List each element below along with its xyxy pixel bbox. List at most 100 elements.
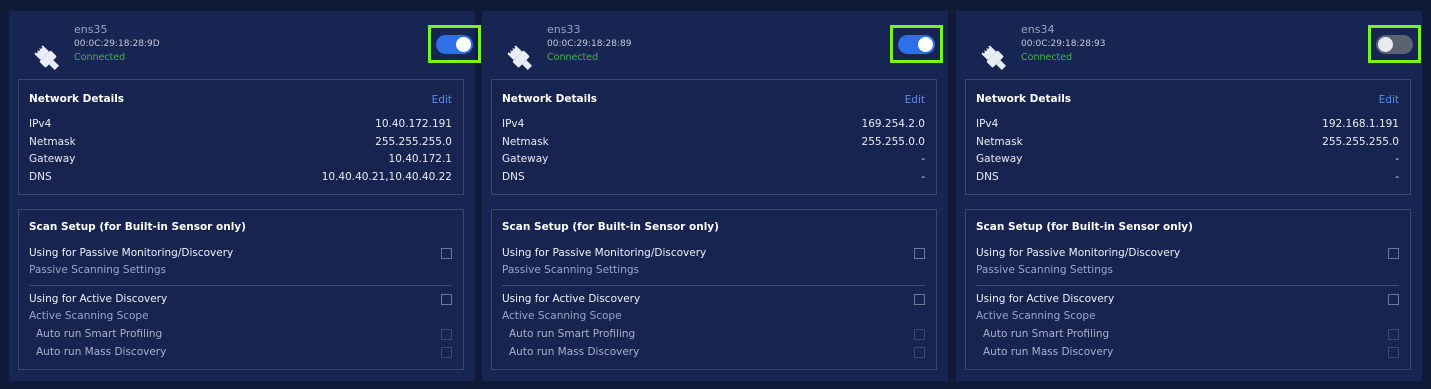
network-details-panel: Network Details Edit IPv4 192.168.1.191 … <box>965 79 1411 195</box>
scan-setup-panel: Scan Setup (for Built-in Sensor only) Us… <box>965 209 1411 370</box>
ipv4-row: IPv4 10.40.172.191 <box>29 118 452 132</box>
mass-discovery-checkbox[interactable] <box>914 347 925 358</box>
scan-setup-title: Scan Setup (for Built-in Sensor only) <box>976 221 1193 233</box>
active-discovery-label: Using for Active Discovery <box>29 293 168 305</box>
dns-row: DNS 10.40.40.21,10.40.40.22 <box>29 171 452 185</box>
dns-value: - <box>1395 171 1399 183</box>
active-scanning-scope-row[interactable]: Active Scanning Scope <box>29 310 452 324</box>
enable-toggle[interactable] <box>436 35 473 54</box>
ipv4-value: 169.254.2.0 <box>861 118 925 130</box>
nic-card-ens34: ens34 00:0C:29:18:28:93 Connected Networ… <box>956 11 1422 381</box>
ethernet-plug-icon <box>506 44 533 71</box>
ipv4-row: IPv4 169.254.2.0 <box>502 118 925 132</box>
netmask-row: Netmask 255.255.255.0 <box>976 136 1399 150</box>
netmask-value: 255.255.255.0 <box>375 136 452 148</box>
mass-discovery-checkbox[interactable] <box>1388 347 1399 358</box>
active-discovery-row: Using for Active Discovery <box>976 293 1399 307</box>
passive-monitoring-checkbox[interactable] <box>1388 248 1399 259</box>
enable-toggle-highlight[interactable] <box>1368 25 1421 63</box>
passive-monitoring-row: Using for Passive Monitoring/Discovery <box>29 247 452 261</box>
smart-profiling-label: Auto run Smart Profiling <box>509 328 636 340</box>
active-scanning-scope-link[interactable]: Active Scanning Scope <box>502 310 622 322</box>
nic-mac-address: 00:0C:29:18:28:89 <box>547 39 632 49</box>
active-scanning-scope-link[interactable]: Active Scanning Scope <box>976 310 1096 322</box>
active-scanning-scope-link[interactable]: Active Scanning Scope <box>29 310 149 322</box>
nic-card-ens35: ens35 00:0C:29:18:28:9D Connected Networ… <box>9 11 481 381</box>
scan-setup-panel: Scan Setup (for Built-in Sensor only) Us… <box>491 209 937 370</box>
scan-setup-title: Scan Setup (for Built-in Sensor only) <box>502 221 719 233</box>
gateway-row: Gateway - <box>502 153 925 167</box>
toggle-knob <box>1378 37 1393 52</box>
ipv4-label: IPv4 <box>29 118 52 130</box>
passive-scanning-settings-row[interactable]: Passive Scanning Settings <box>29 264 452 278</box>
passive-monitoring-label: Using for Passive Monitoring/Discovery <box>976 247 1181 259</box>
dns-label: DNS <box>976 171 999 183</box>
gateway-label: Gateway <box>502 153 549 165</box>
smart-profiling-checkbox[interactable] <box>1388 329 1399 340</box>
passive-scanning-settings-row[interactable]: Passive Scanning Settings <box>502 264 925 278</box>
nic-name: ens33 <box>547 23 581 36</box>
active-discovery-checkbox[interactable] <box>441 294 452 305</box>
scan-divider <box>976 285 1399 286</box>
mass-discovery-label: Auto run Mass Discovery <box>36 346 167 358</box>
netmask-value: 255.255.0.0 <box>861 136 925 148</box>
netmask-label: Netmask <box>29 136 76 148</box>
smart-profiling-row: Auto run Smart Profiling <box>502 328 925 342</box>
scan-divider <box>29 285 452 286</box>
network-details-title: Network Details <box>976 93 1072 105</box>
active-discovery-label: Using for Active Discovery <box>502 293 641 305</box>
nic-card-ens33: ens33 00:0C:29:18:28:89 Connected Networ… <box>482 11 948 381</box>
nic-name: ens35 <box>74 23 108 36</box>
mass-discovery-label: Auto run Mass Discovery <box>983 346 1114 358</box>
nic-status: Connected <box>1021 52 1073 63</box>
ipv4-label: IPv4 <box>502 118 525 130</box>
active-scanning-scope-row[interactable]: Active Scanning Scope <box>502 310 925 324</box>
enable-toggle[interactable] <box>1376 35 1413 54</box>
netmask-row: Netmask 255.255.255.0 <box>29 136 452 150</box>
passive-scanning-settings-link[interactable]: Passive Scanning Settings <box>502 264 639 276</box>
active-discovery-checkbox[interactable] <box>1388 294 1399 305</box>
smart-profiling-row: Auto run Smart Profiling <box>976 328 1399 342</box>
dns-value: - <box>921 171 925 183</box>
dns-label: DNS <box>29 171 52 183</box>
enable-toggle[interactable] <box>898 35 935 54</box>
passive-monitoring-label: Using for Passive Monitoring/Discovery <box>502 247 707 259</box>
ipv4-row: IPv4 192.168.1.191 <box>976 118 1399 132</box>
dns-row: DNS - <box>502 171 925 185</box>
netmask-label: Netmask <box>502 136 549 148</box>
enable-toggle-highlight[interactable] <box>890 25 943 63</box>
toggle-knob <box>918 37 933 52</box>
passive-monitoring-row: Using for Passive Monitoring/Discovery <box>976 247 1399 261</box>
smart-profiling-checkbox[interactable] <box>914 329 925 340</box>
smart-profiling-checkbox[interactable] <box>441 329 452 340</box>
passive-scanning-settings-link[interactable]: Passive Scanning Settings <box>976 264 1113 276</box>
scan-setup-title: Scan Setup (for Built-in Sensor only) <box>29 221 246 233</box>
ipv4-label: IPv4 <box>976 118 999 130</box>
edit-link[interactable]: Edit <box>1379 94 1399 106</box>
gateway-row: Gateway 10.40.172.1 <box>29 153 452 167</box>
edit-link[interactable]: Edit <box>432 94 452 106</box>
network-details-title: Network Details <box>502 93 598 105</box>
ipv4-value: 192.168.1.191 <box>1322 118 1399 130</box>
edit-link[interactable]: Edit <box>905 94 925 106</box>
passive-monitoring-label: Using for Passive Monitoring/Discovery <box>29 247 234 259</box>
active-scanning-scope-row[interactable]: Active Scanning Scope <box>976 310 1399 324</box>
dns-row: DNS - <box>976 171 1399 185</box>
passive-monitoring-checkbox[interactable] <box>441 248 452 259</box>
passive-scanning-settings-row[interactable]: Passive Scanning Settings <box>976 264 1399 278</box>
mass-discovery-checkbox[interactable] <box>441 347 452 358</box>
gateway-row: Gateway - <box>976 153 1399 167</box>
nic-mac-address: 00:0C:29:18:28:93 <box>1021 39 1106 49</box>
passive-scanning-settings-link[interactable]: Passive Scanning Settings <box>29 264 166 276</box>
enable-toggle-highlight[interactable] <box>428 25 481 63</box>
smart-profiling-row: Auto run Smart Profiling <box>29 328 452 342</box>
passive-monitoring-checkbox[interactable] <box>914 248 925 259</box>
smart-profiling-label: Auto run Smart Profiling <box>36 328 163 340</box>
active-discovery-row: Using for Active Discovery <box>502 293 925 307</box>
gateway-value: - <box>921 153 925 165</box>
active-discovery-label: Using for Active Discovery <box>976 293 1115 305</box>
dns-label: DNS <box>502 171 525 183</box>
ethernet-plug-icon <box>980 44 1007 71</box>
active-discovery-checkbox[interactable] <box>914 294 925 305</box>
nic-card-header: ens35 00:0C:29:18:28:9D Connected <box>9 11 481 81</box>
